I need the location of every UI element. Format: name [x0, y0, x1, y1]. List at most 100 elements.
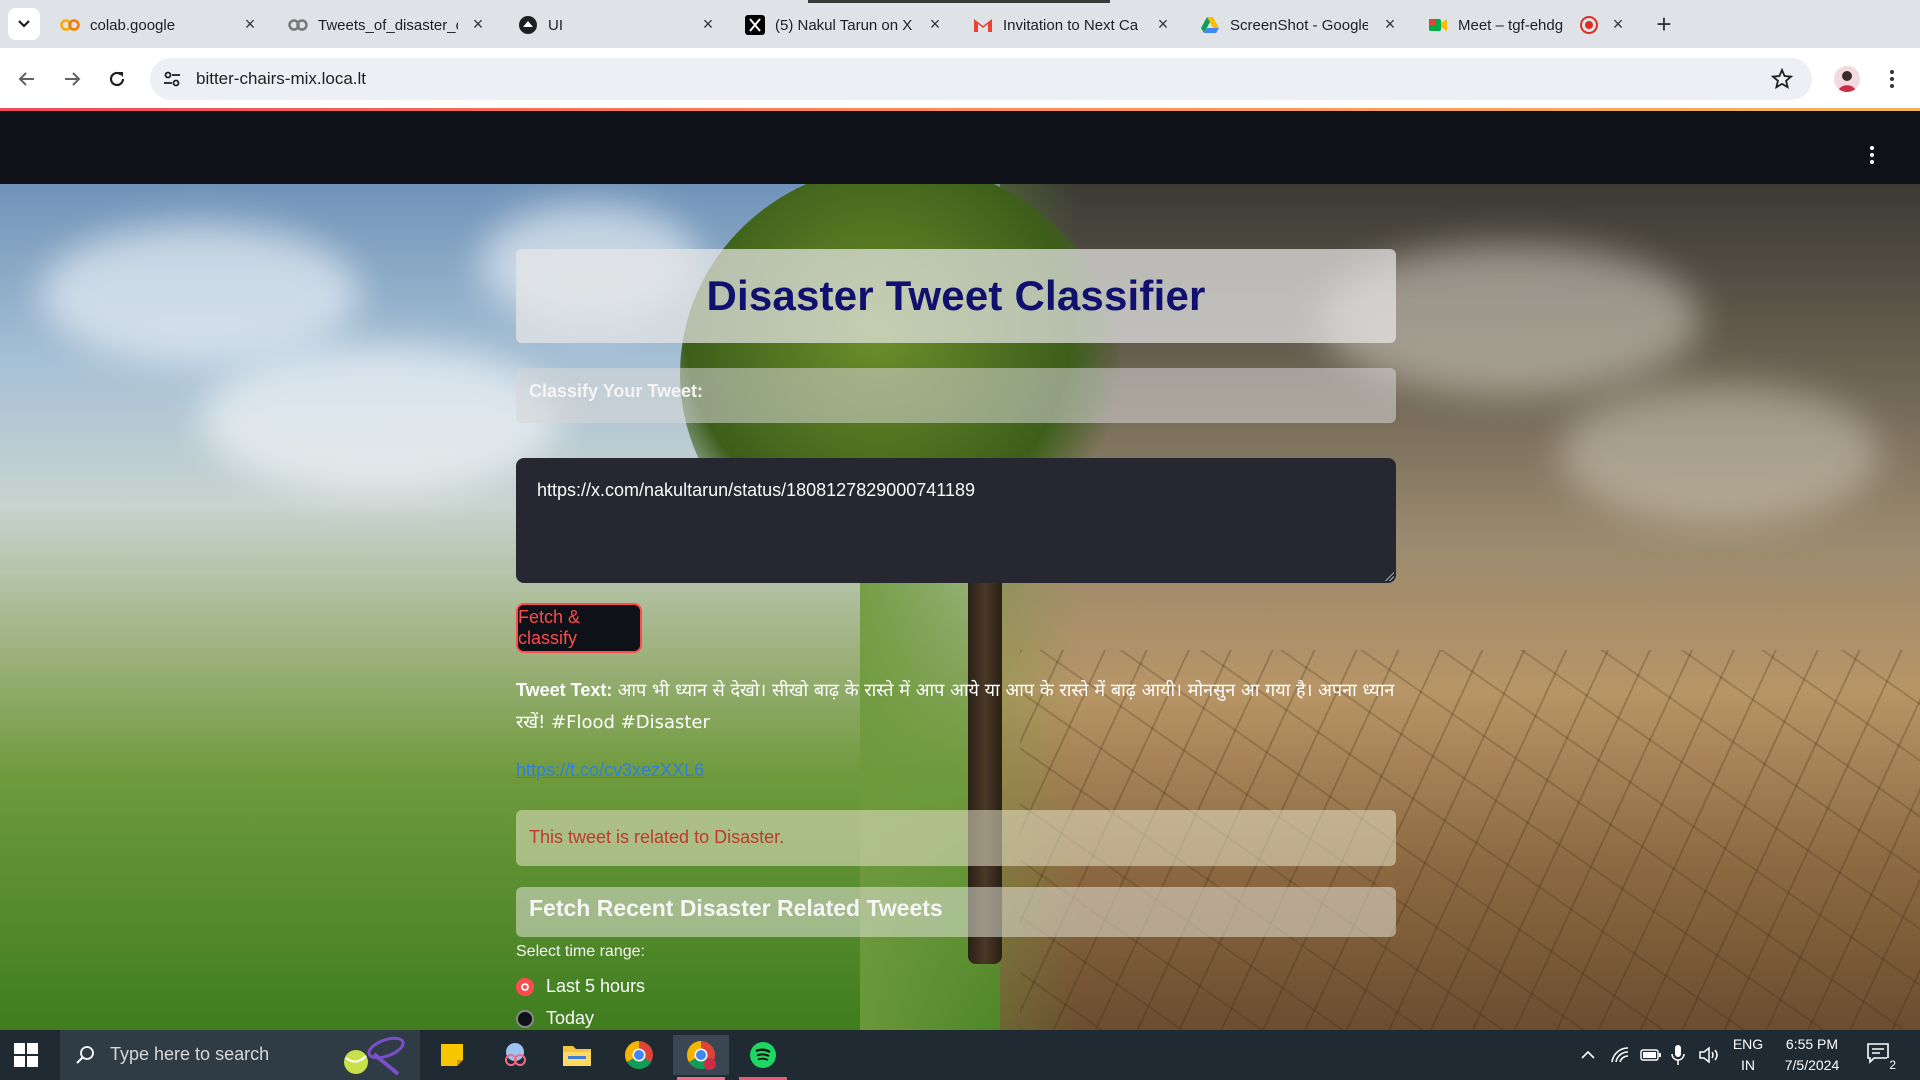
search-highlight-icon [344, 1036, 405, 1076]
spotify-icon [750, 1042, 776, 1068]
arrow-right-icon [65, 72, 81, 86]
input-language[interactable]: ENG IN [1732, 1034, 1764, 1076]
tweet-url-value: https://x.com/nakultarun/status/18081278… [537, 480, 975, 500]
recent-tweets-header: Fetch Recent Disaster Related Tweets [529, 895, 943, 921]
tab-title: UI [548, 16, 563, 34]
chevron-up-icon[interactable] [1580, 1047, 1596, 1063]
radio-last-5-hours[interactable]: Last 5 hours [516, 976, 645, 997]
tab-title: (5) Nakul Tarun on X: [775, 16, 913, 34]
tab-title: ScreenShot - Google [1230, 16, 1368, 34]
chrome-app[interactable] [611, 1035, 667, 1075]
taskbar-search[interactable]: Type here to search [60, 1030, 420, 1080]
snipping-tool-app[interactable] [487, 1035, 543, 1075]
spotify-app[interactable] [735, 1035, 791, 1080]
classification-result: This tweet is related to Disaster. [516, 810, 1396, 866]
close-icon[interactable]: × [1608, 14, 1628, 34]
microphone-icon[interactable] [1670, 1044, 1686, 1066]
windows-taskbar: Type here to search ENG IN 6:55 PM 7/5/2… [0, 1030, 1920, 1080]
snipping-tool-icon [505, 1043, 526, 1066]
notification-center-button[interactable]: 2 [1866, 1042, 1898, 1072]
tweet-text-label: Tweet Text: [516, 680, 613, 700]
forward-button[interactable] [57, 64, 87, 94]
tab-title: Meet – tgf-ehdg [1458, 16, 1564, 34]
profile-avatar[interactable] [1834, 66, 1860, 92]
time-range-label: Select time range: [516, 943, 645, 960]
radio-selected-icon [516, 977, 534, 996]
streamlit-icon [518, 15, 538, 35]
search-icon [76, 1046, 94, 1064]
reload-icon [109, 71, 125, 87]
tab-title: Tweets_of_disaster_o [318, 16, 458, 34]
tab-gmail[interactable]: Invitation to Next Ca × [973, 6, 1173, 44]
close-icon[interactable]: × [468, 14, 488, 34]
sticky-notes-app[interactable] [424, 1035, 480, 1075]
volume-icon[interactable] [1698, 1045, 1720, 1065]
classify-label-card: Classify Your Tweet: [516, 368, 1396, 423]
active-tab-indicator [808, 0, 1110, 3]
chrome-icon [625, 1041, 653, 1069]
tab-title: Invitation to Next Ca [1003, 16, 1139, 34]
tweet-url-input[interactable]: https://x.com/nakultarun/status/18081278… [516, 458, 1396, 583]
chrome-profile-app[interactable] [673, 1035, 729, 1080]
bookmark-star-icon[interactable] [1770, 67, 1794, 91]
x-icon [745, 15, 765, 35]
tab-ui[interactable]: UI × [518, 6, 718, 44]
tab-title: colab.google [90, 16, 176, 34]
sticky-notes-icon [441, 1044, 463, 1066]
battery-icon[interactable] [1640, 1047, 1662, 1063]
browser-toolbar: bitter-chairs-mix.loca.lt [0, 48, 1920, 110]
search-placeholder: Type here to search [110, 1044, 270, 1064]
file-explorer-app[interactable] [549, 1035, 605, 1075]
close-icon[interactable]: × [240, 14, 260, 34]
avatar-icon [1838, 71, 1856, 92]
network-icon[interactable] [1610, 1045, 1630, 1065]
result-text: This tweet is related to Disaster. [529, 827, 785, 847]
recording-icon [1580, 16, 1598, 34]
page-title: Disaster Tweet Classifier [706, 272, 1206, 319]
tab-tweets-notebook[interactable]: Tweets_of_disaster_o × [288, 6, 488, 44]
close-icon[interactable]: × [1153, 14, 1173, 34]
app-header [0, 111, 1920, 184]
close-icon[interactable]: × [698, 14, 718, 34]
system-clock[interactable]: 6:55 PM 7/5/2024 [1764, 1034, 1860, 1076]
google-drive-icon [1200, 15, 1220, 35]
tweet-text-body: आप भी ध्यान से देखो। सीखो बाढ़ के रास्ते… [516, 680, 1395, 733]
language-code: ENG [1732, 1036, 1764, 1052]
tab-x-post[interactable]: (5) Nakul Tarun on X: × [745, 6, 945, 44]
windows-start-icon[interactable] [14, 1043, 38, 1067]
fetch-classify-button[interactable]: Fetch & classify [516, 603, 642, 653]
back-button[interactable] [12, 64, 42, 94]
new-tab-button[interactable]: + [1650, 9, 1678, 39]
title-card: Disaster Tweet Classifier [516, 249, 1396, 343]
radio-today[interactable]: Today [516, 1008, 594, 1029]
tab-strip: colab.google × Tweets_of_disaster_o × UI… [0, 0, 1920, 48]
colab-icon [288, 15, 308, 35]
radio-label: Last 5 hours [546, 976, 646, 996]
recent-tweets-header-card: Fetch Recent Disaster Related Tweets [516, 887, 1396, 937]
tab-google-meet[interactable]: Meet – tgf-ehdg × [1428, 6, 1628, 44]
app-main-menu-button[interactable] [1862, 144, 1882, 166]
resize-handle[interactable] [1384, 571, 1394, 581]
browser-menu-button[interactable] [1882, 64, 1902, 94]
colab-icon [60, 15, 80, 35]
tab-google-drive[interactable]: ScreenShot - Google × [1200, 6, 1400, 44]
close-icon[interactable]: × [1380, 14, 1400, 34]
chevron-down-icon [18, 20, 30, 28]
tweet-text: Tweet Text: आप भी ध्यान से देखो। सीखो बा… [516, 674, 1396, 739]
tab-colab[interactable]: colab.google × [60, 6, 260, 44]
gmail-icon [973, 15, 993, 35]
region-code: IN [1741, 1057, 1755, 1073]
close-icon[interactable]: × [925, 14, 945, 34]
radio-label: Today [546, 1008, 595, 1028]
classify-label: Classify Your Tweet: [529, 381, 704, 401]
chrome-profile-icon [687, 1041, 716, 1070]
clock-time: 6:55 PM [1785, 1036, 1839, 1052]
reload-button[interactable] [102, 64, 132, 94]
tweet-link[interactable]: https://t.co/cv3xezXXL6 [516, 760, 704, 781]
folder-icon [563, 1046, 591, 1066]
google-meet-icon [1428, 15, 1448, 35]
address-bar[interactable]: bitter-chairs-mix.loca.lt [150, 58, 1812, 100]
notification-count: 2 [1887, 1058, 1898, 1072]
tab-search-button[interactable] [8, 8, 40, 40]
site-settings-icon[interactable] [162, 69, 182, 89]
